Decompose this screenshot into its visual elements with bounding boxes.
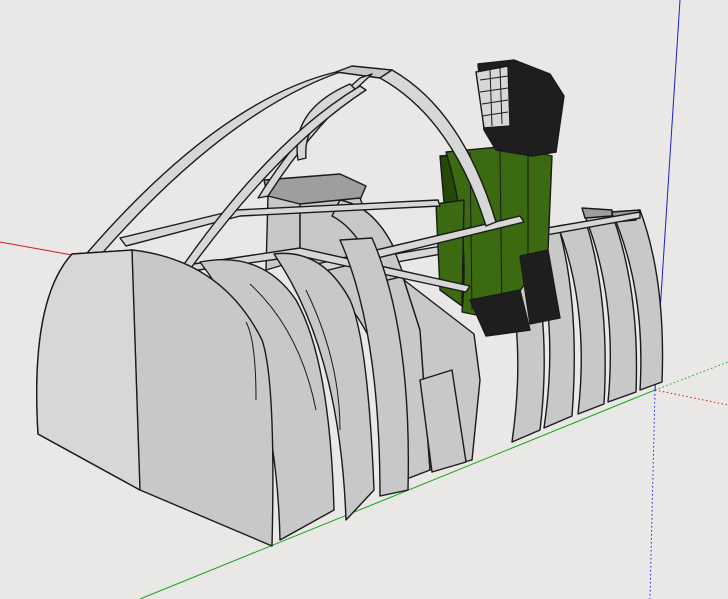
viewport-canvas[interactable] — [0, 0, 728, 599]
rib-9-top-face — [581, 207, 613, 219]
3d-modeling-viewport[interactable] — [0, 0, 728, 599]
